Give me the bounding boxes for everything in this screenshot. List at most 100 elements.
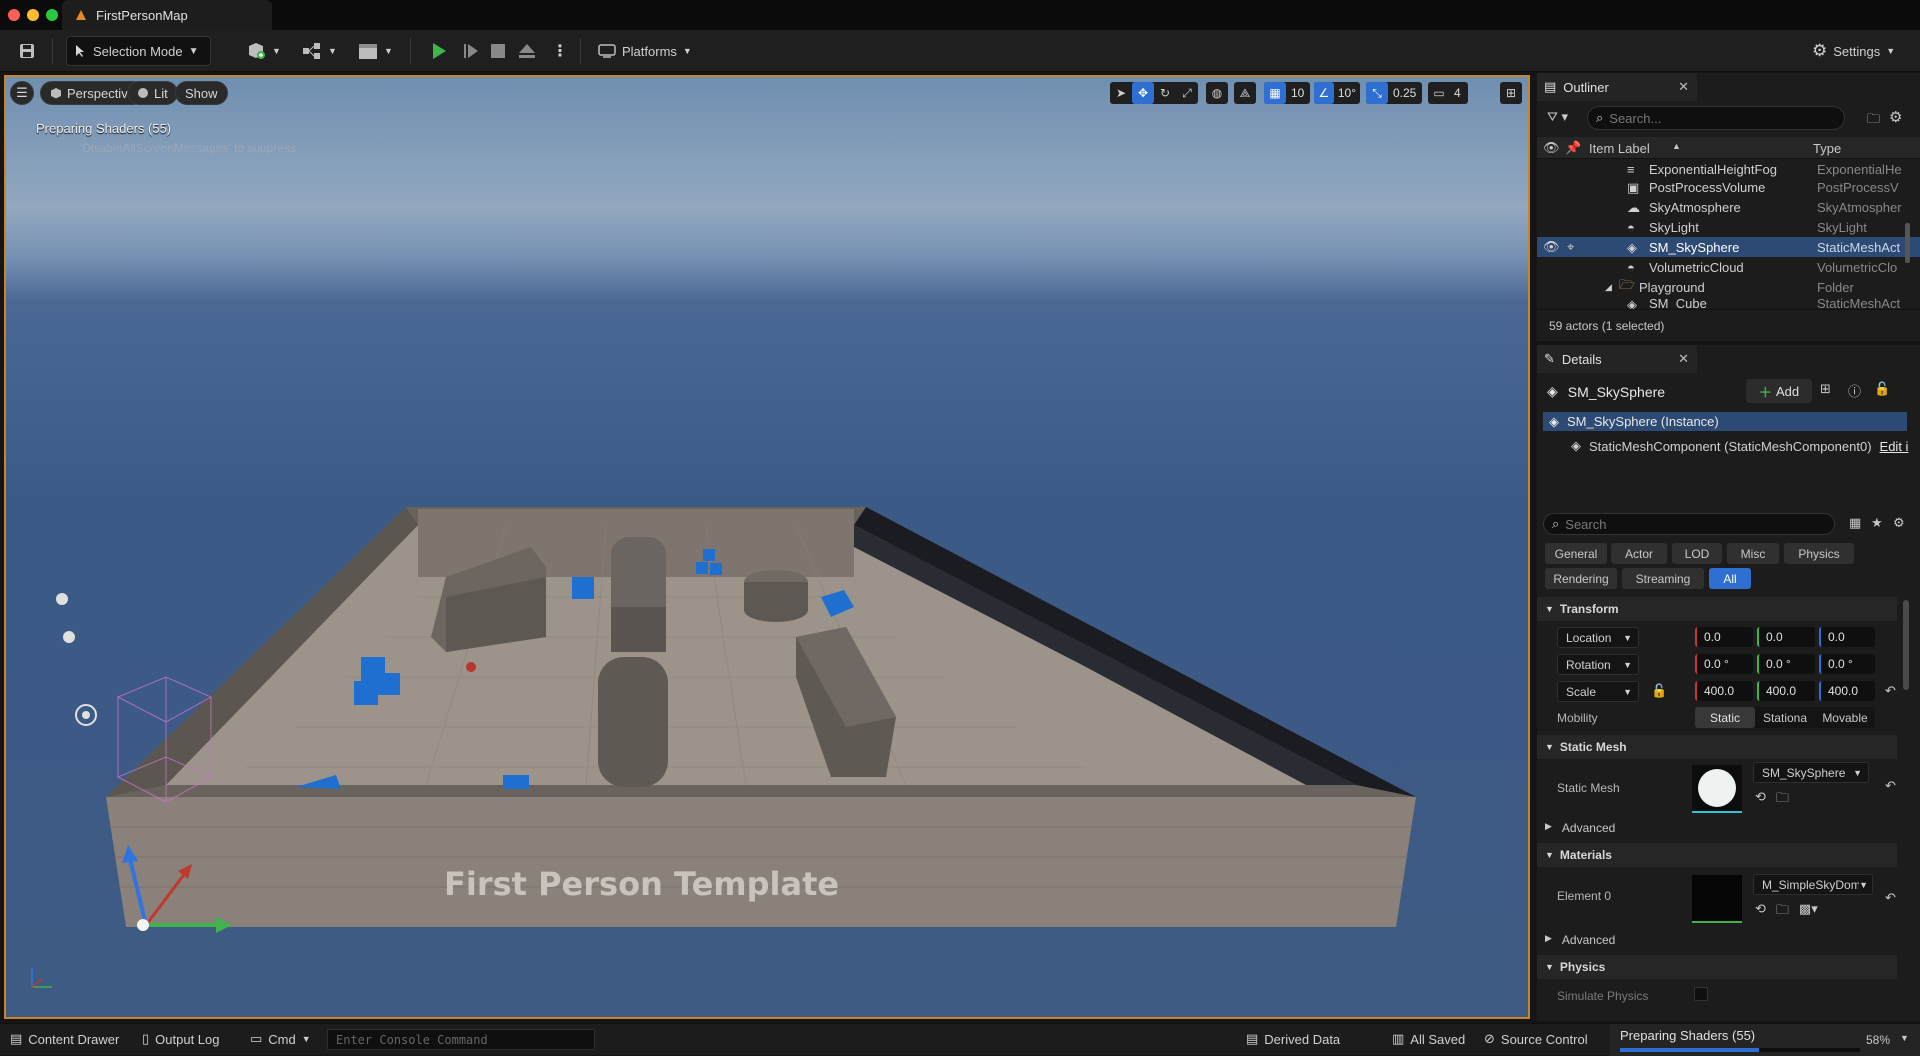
category-general[interactable]: General	[1545, 543, 1607, 564]
close-icon[interactable]: ✕	[1678, 79, 1689, 95]
viewport-options-button[interactable]: ☰	[10, 81, 34, 105]
camera-speed-control[interactable]: ▭ 4	[1428, 82, 1468, 104]
material-picker[interactable]: M_SimpleSkyDome ▼	[1753, 874, 1873, 895]
outliner-row[interactable]: ◓ VolumetricCloud VolumetricClo	[1537, 257, 1920, 277]
scale-tool-icon[interactable]: ⤢	[1176, 82, 1198, 104]
outliner-row[interactable]: ☁ SkyAtmosphere SkyAtmospher	[1537, 197, 1920, 217]
scale-z-field[interactable]: 400.0	[1819, 681, 1875, 701]
column-type[interactable]: Type	[1813, 141, 1841, 156]
category-actor[interactable]: Actor	[1611, 543, 1667, 564]
category-rendering[interactable]: Rendering	[1545, 568, 1617, 589]
details-settings-button[interactable]: ⚙	[1893, 515, 1905, 531]
favorites-button[interactable]: ★	[1871, 515, 1883, 531]
derived-data-button[interactable]: ▤ Derived Data	[1246, 1031, 1340, 1047]
add-component-button[interactable]: ＋ Add	[1746, 379, 1812, 403]
section-static-mesh[interactable]: ▼ Static Mesh	[1537, 735, 1897, 759]
play-options-button[interactable]: ⋮	[546, 36, 574, 66]
save-button[interactable]	[12, 36, 42, 66]
close-window-button[interactable]	[8, 9, 20, 21]
pin-icon[interactable]: ⌖	[1567, 239, 1574, 255]
location-dropdown[interactable]: Location ▼	[1557, 627, 1639, 648]
location-x-field[interactable]: 0.0	[1695, 627, 1753, 647]
component-instance[interactable]: ◈ SM_SkySphere (Instance)	[1543, 412, 1907, 431]
category-lod[interactable]: LOD	[1672, 543, 1722, 564]
mobility-static[interactable]: Static	[1695, 707, 1755, 728]
rotation-x-field[interactable]: 0.0 °	[1695, 654, 1753, 674]
category-misc[interactable]: Misc	[1727, 543, 1779, 564]
advance-frame-button[interactable]	[456, 36, 486, 66]
mobility-movable[interactable]: Movable	[1815, 707, 1875, 728]
add-folder-button[interactable]: 🗀	[1867, 110, 1880, 132]
details-scrollbar[interactable]	[1903, 600, 1909, 690]
reset-material-button[interactable]: ↶	[1885, 890, 1896, 906]
outliner-search-input[interactable]: ⌕ Search...	[1587, 106, 1845, 130]
selection-mode-dropdown[interactable]: Selection Mode ▼	[66, 36, 211, 66]
filter-button[interactable]: ⛛ ▾	[1547, 109, 1568, 125]
details-search-input[interactable]: ⌕ Search	[1543, 513, 1835, 535]
select-tool-icon[interactable]: ➤	[1110, 82, 1132, 104]
component-row[interactable]: ◈ StaticMeshComponent (StaticMeshCompone…	[1571, 438, 1911, 454]
static-mesh-thumbnail[interactable]	[1692, 765, 1742, 813]
chevron-down-icon[interactable]: ▼	[1900, 1033, 1909, 1043]
rotation-snap-control[interactable]: ∠ 10°	[1314, 82, 1360, 104]
level-viewport[interactable]: First Person Template Preparing Shaders …	[4, 75, 1530, 1019]
add-actor-button[interactable]: ▼	[240, 36, 287, 66]
column-item-label[interactable]: Item Label	[1589, 141, 1650, 156]
outliner-settings-button[interactable]: ⚙	[1889, 108, 1902, 126]
settings-dropdown[interactable]: ⚙ Settings ▼	[1806, 36, 1901, 66]
edit-in-blueprint-link[interactable]: Edit i	[1880, 439, 1909, 454]
world-space-toggle[interactable]: ◍	[1206, 82, 1228, 104]
surface-snap-toggle[interactable]: ⟁	[1234, 82, 1256, 104]
stop-button[interactable]	[484, 36, 512, 66]
category-physics[interactable]: Physics	[1784, 543, 1854, 564]
maximize-window-button[interactable]	[46, 9, 58, 21]
scale-y-field[interactable]: 400.0	[1757, 681, 1815, 701]
section-transform[interactable]: ▼ Transform	[1537, 597, 1897, 621]
content-drawer-button[interactable]: ▤ Content Drawer	[10, 1031, 119, 1047]
section-materials[interactable]: ▼ Materials	[1537, 843, 1897, 867]
outliner-row[interactable]: ≡ ExponentialHeightFog ExponentialHe	[1537, 159, 1920, 179]
lock-button[interactable]: 🔓	[1874, 381, 1890, 397]
outliner-row[interactable]: ◓ SkyLight SkyLight	[1537, 217, 1920, 237]
console-command-input[interactable]: Enter Console Command	[327, 1029, 595, 1050]
category-streaming[interactable]: Streaming	[1622, 568, 1704, 589]
location-z-field[interactable]: 0.0	[1819, 627, 1875, 647]
cinematics-button[interactable]: ▼	[352, 36, 399, 66]
close-icon[interactable]: ✕	[1678, 351, 1689, 367]
grid-snap-control[interactable]: ▦ 10	[1264, 82, 1310, 104]
location-y-field[interactable]: 0.0	[1757, 627, 1815, 647]
scale-x-field[interactable]: 400.0	[1695, 681, 1753, 701]
reset-scale-button[interactable]: ↶	[1885, 683, 1896, 699]
simulate-physics-checkbox[interactable]	[1694, 987, 1708, 1001]
level-tab[interactable]: FirstPersonMap	[62, 0, 272, 30]
checker-icon[interactable]: ▩▾	[1799, 901, 1818, 923]
viewport-layout-button[interactable]: ⊞	[1500, 82, 1522, 104]
blueprint-convert-button[interactable]: ⊞	[1820, 381, 1831, 397]
static-mesh-picker[interactable]: SM_SkySphere ▼	[1753, 762, 1869, 783]
outliner-row[interactable]: ◢ 🗁 Playground Folder	[1537, 277, 1920, 297]
tab-details[interactable]: ✎ Details ✕	[1537, 345, 1697, 373]
browse-icon[interactable]: 🗀	[1776, 789, 1789, 811]
source-control-button[interactable]: ⊘ Source Control	[1484, 1031, 1588, 1047]
move-tool-icon[interactable]: ✥	[1132, 82, 1154, 104]
rotation-z-field[interactable]: 0.0 °	[1819, 654, 1875, 674]
blueprints-button[interactable]: ▼	[296, 36, 343, 66]
outliner-row[interactable]: ▣ PostProcessVolume PostProcessV	[1537, 177, 1920, 197]
rotation-dropdown[interactable]: Rotation ▼	[1557, 654, 1639, 675]
scale-snap-control[interactable]: ⤡ 0.25	[1366, 82, 1422, 104]
all-saved-button[interactable]: ▥ All Saved	[1392, 1031, 1465, 1047]
rotation-y-field[interactable]: 0.0 °	[1757, 654, 1815, 674]
visibility-icon[interactable]: 👁	[1543, 239, 1560, 255]
scale-dropdown[interactable]: Scale ▼	[1557, 681, 1639, 702]
platforms-dropdown[interactable]: Platforms ▼	[592, 36, 698, 66]
expand-arrow-icon[interactable]: ◢	[1605, 282, 1612, 293]
property-matrix-button[interactable]: ▦	[1849, 515, 1861, 531]
lit-dropdown[interactable]: Lit	[127, 81, 178, 105]
cmd-dropdown[interactable]: ▭ Cmd ▼	[250, 1031, 311, 1047]
section-physics[interactable]: ▼ Physics	[1537, 955, 1897, 979]
browse-icon[interactable]: 🗀	[1776, 901, 1789, 923]
category-all[interactable]: All	[1709, 568, 1751, 589]
minimize-window-button[interactable]	[27, 9, 39, 21]
material-thumbnail[interactable]	[1692, 875, 1742, 923]
materials-advanced[interactable]: ▶ Advanced	[1545, 933, 1615, 947]
